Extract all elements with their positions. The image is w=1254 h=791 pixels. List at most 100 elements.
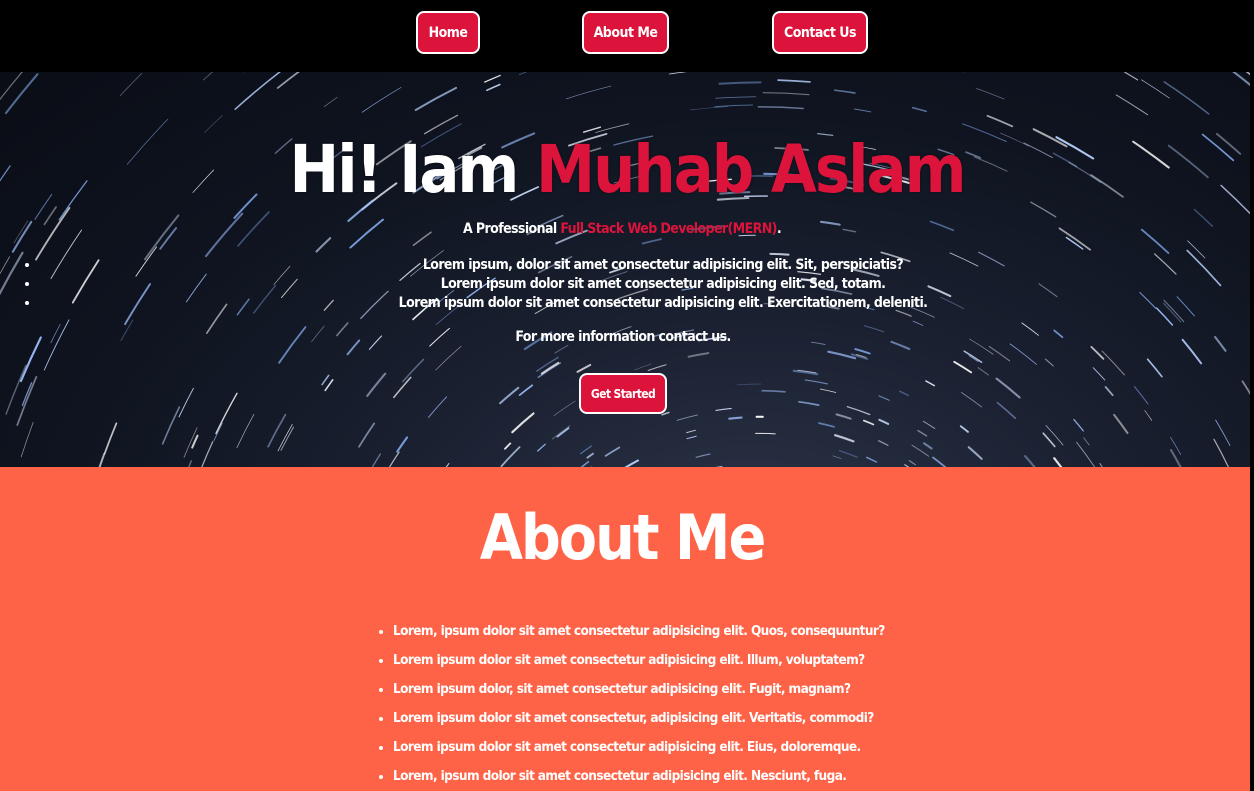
star-trail: [486, 83, 501, 92]
star-trail: [323, 96, 338, 108]
star-trail: [1076, 441, 1096, 467]
star-trail: [686, 429, 696, 434]
star-trail: [324, 379, 334, 392]
star-trail: [714, 104, 754, 108]
star-trail: [201, 441, 214, 467]
star-trail: [554, 344, 569, 354]
star-trail: [1101, 350, 1125, 376]
hero-subtitle-suffix: .: [776, 221, 782, 237]
star-trail: [963, 350, 983, 364]
star-trail: [1215, 419, 1231, 446]
star-trail: [361, 87, 402, 113]
star-trail: [537, 443, 546, 452]
star-trail: [435, 345, 462, 371]
star-trail: [777, 79, 811, 83]
star-trail: [98, 453, 106, 467]
star-trail: [103, 422, 118, 455]
about-list-item: Lorem, ipsum dolor sit amet consectetur …: [393, 766, 1093, 791]
star-trail: [911, 106, 927, 113]
nav-about-button[interactable]: About Me: [582, 11, 669, 54]
star-trail: [922, 420, 936, 429]
star-trail: [977, 367, 989, 376]
star-trail: [715, 96, 757, 99]
star-trail: [1163, 81, 1210, 115]
star-trail: [690, 106, 728, 111]
star-trail: [276, 72, 300, 89]
star-trail: [917, 429, 928, 437]
about-list-item: Lorem ipsum dolor, sit amet consectetur …: [393, 679, 1093, 708]
hero-subtitle-role: Full Stack Web Developer(MERN): [560, 221, 777, 237]
hero-subtitle-prefix: A Professional: [462, 221, 557, 237]
star-trail: [762, 92, 810, 96]
star-trail: [393, 376, 412, 399]
star-trail: [959, 425, 969, 433]
star-trail: [484, 74, 501, 83]
star-trail: [798, 400, 820, 406]
star-trail: [634, 363, 652, 371]
star-trail: [1144, 410, 1153, 421]
top-navbar: Home About Me Contact Us: [0, 0, 1254, 72]
star-trail: [396, 436, 409, 453]
star-trail: [1024, 455, 1036, 467]
star-trail: [834, 434, 855, 443]
star-trail: [1213, 438, 1230, 467]
about-list-item: Lorem, ipsum dolor sit amet consectetur …: [393, 621, 1093, 650]
star-trail: [832, 455, 842, 459]
nav-contact-button[interactable]: Contact Us: [772, 11, 868, 54]
hero-title: Hi! Iam Muhab Aslam: [0, 130, 1254, 210]
star-trail: [565, 85, 612, 100]
about-title: About Me: [479, 501, 767, 574]
star-trail: [878, 395, 890, 401]
star-trail: [1083, 437, 1090, 446]
star-trail: [427, 396, 448, 418]
star-trail: [854, 348, 871, 355]
star-trail: [898, 390, 910, 397]
get-started-button[interactable]: Get Started: [579, 373, 667, 414]
star-trail: [203, 72, 213, 81]
star-trail: [911, 444, 930, 457]
star-trail: [686, 435, 697, 440]
star-trail: [995, 377, 1021, 399]
about-list-item: Lorem ipsum dolor sit amet consectetur, …: [393, 708, 1093, 737]
star-trail: [1090, 345, 1105, 360]
star-trail: [518, 72, 528, 76]
star-trail: [215, 392, 238, 435]
star-trail: [1115, 94, 1148, 116]
star-trail: [925, 380, 935, 387]
star-trail: [718, 81, 762, 85]
star-trail: [178, 387, 194, 418]
star-trail: [1124, 72, 1139, 81]
star-trail: [833, 89, 856, 94]
star-trail: [846, 406, 871, 416]
hero-more-info: For more information contact us.: [515, 329, 731, 345]
about-section: About Me Lorem, ipsum dolor sit amet con…: [0, 467, 1254, 791]
star-trail: [234, 72, 281, 110]
star-trail: [967, 446, 983, 460]
star-trail: [1133, 386, 1149, 405]
star-trail: [953, 360, 973, 374]
star-trail: [1053, 457, 1063, 467]
star-trail: [604, 446, 621, 457]
star-trail: [556, 427, 570, 438]
star-trail: [20, 421, 34, 458]
star-trail: [16, 376, 38, 426]
star-trail: [695, 453, 711, 458]
star-trail: [676, 414, 699, 421]
star-trail: [540, 361, 560, 375]
hero-title-prefix: Hi! Iam: [289, 131, 520, 208]
star-trail: [838, 450, 858, 458]
star-trail: [687, 352, 710, 358]
star-trail: [500, 446, 521, 467]
star-trail: [862, 419, 875, 426]
star-trail: [511, 412, 535, 434]
star-trail: [923, 442, 933, 450]
nav-home-button[interactable]: Home: [416, 11, 480, 54]
page-edge: [1250, 72, 1254, 791]
hero-title-name: Muhab Aslam: [535, 131, 966, 208]
star-trail: [1104, 386, 1114, 397]
star-trail: [358, 422, 376, 448]
star-trail: [321, 374, 330, 386]
star-trail: [853, 108, 872, 113]
star-trail: [818, 422, 835, 428]
star-trail: [1045, 424, 1064, 446]
